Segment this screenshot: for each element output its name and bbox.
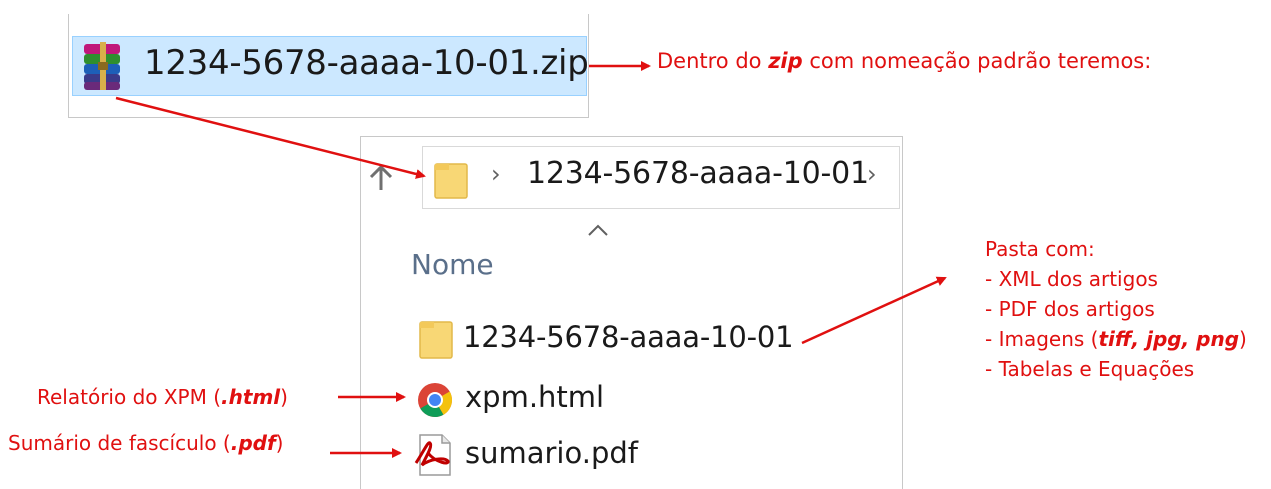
- annotation-arrows: [115, 61, 947, 458]
- arrow-zip-to-folder: [115, 96, 426, 179]
- arrow-folder-to-note: [801, 276, 947, 345]
